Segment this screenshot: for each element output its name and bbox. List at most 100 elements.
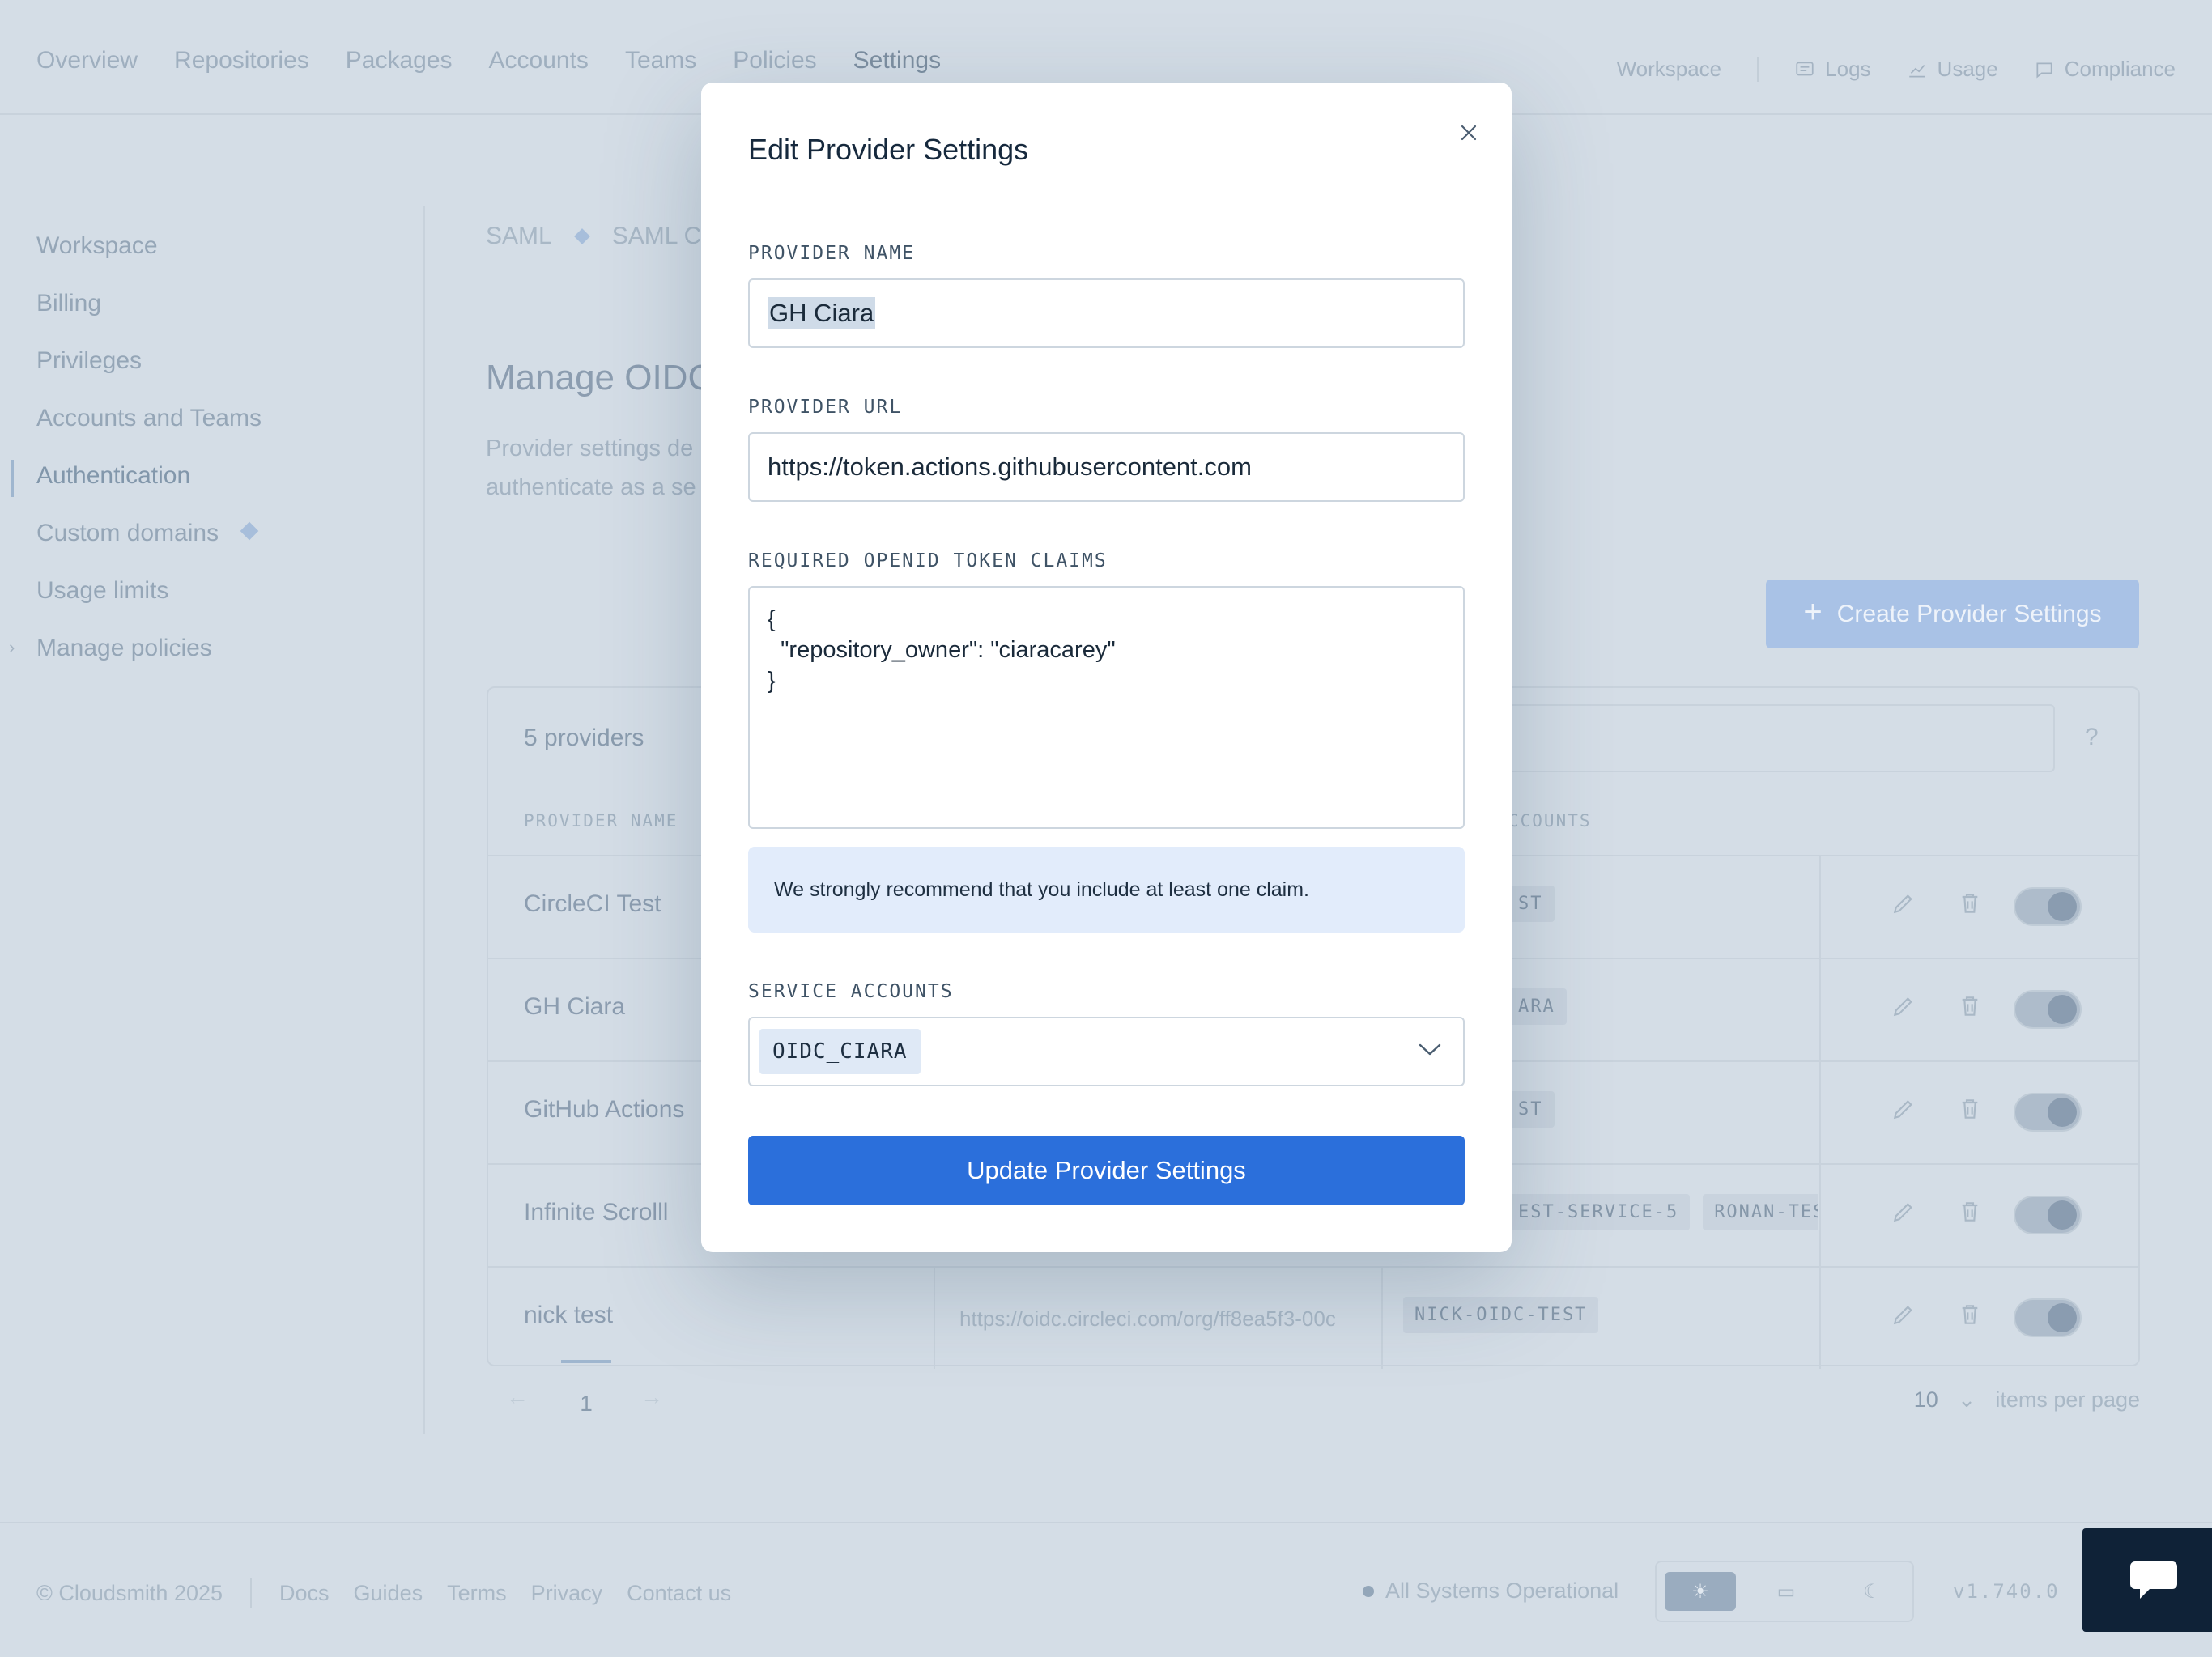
nav-logs[interactable]: Logs bbox=[1794, 57, 1871, 82]
items-per-page: 10 ⌄ items per page bbox=[1914, 1387, 2140, 1413]
footer-link-privacy[interactable]: Privacy bbox=[531, 1581, 603, 1606]
nav-repositories[interactable]: Repositories bbox=[174, 47, 309, 74]
sidebar-item-accounts-and-teams[interactable]: Accounts and Teams bbox=[36, 389, 385, 447]
edit-icon[interactable] bbox=[1891, 1199, 1916, 1225]
sidebar-item-label: Custom domains bbox=[36, 519, 219, 546]
sidebar-item-usage-limits[interactable]: Usage limits bbox=[36, 562, 385, 619]
service-account-chip-label: OIDC_CIARA bbox=[772, 1039, 908, 1064]
footer: © Cloudsmith 2025 Docs Guides Terms Priv… bbox=[0, 1522, 2212, 1657]
nav-overview[interactable]: Overview bbox=[36, 47, 138, 74]
claims-recommendation-notice: We strongly recommend that you include a… bbox=[748, 847, 1465, 933]
footer-link-docs[interactable]: Docs bbox=[279, 1581, 330, 1606]
notice-text: We strongly recommend that you include a… bbox=[774, 877, 1309, 901]
toggle-knob bbox=[2048, 1200, 2077, 1230]
table-row: nick test https://oidc.circleci.com/org/… bbox=[488, 1266, 2138, 1369]
arrow-right-icon[interactable]: → bbox=[640, 1384, 663, 1410]
column-divider bbox=[1819, 1165, 1821, 1266]
description-line: authenticate as a se bbox=[486, 474, 696, 500]
breadcrumb-saml[interactable]: SAML bbox=[486, 223, 552, 250]
sidebar-item-billing[interactable]: Billing bbox=[36, 274, 385, 332]
trash-icon[interactable] bbox=[1957, 1199, 1983, 1225]
sidebar-item-authentication[interactable]: Authentication bbox=[11, 447, 385, 504]
nav-usage[interactable]: Usage bbox=[1907, 57, 1998, 82]
service-account-tag: EST-SERVICE-5 bbox=[1507, 1194, 1691, 1230]
update-provider-settings-button[interactable]: Update Provider Settings bbox=[748, 1136, 1465, 1205]
status-dot-icon bbox=[1363, 1585, 1374, 1597]
pagination: ← 1 → 10 ⌄ items per page bbox=[487, 1360, 2140, 1425]
service-account-tag: RONAN-TEST bbox=[1703, 1194, 1818, 1230]
moon-icon[interactable]: ☾ bbox=[1836, 1572, 1908, 1611]
monitor-icon[interactable]: ▭ bbox=[1750, 1572, 1822, 1611]
service-account-tag: NICK-OIDC-TEST bbox=[1403, 1297, 1599, 1333]
sidebar-item-privileges[interactable]: Privileges bbox=[36, 332, 385, 389]
service-account-tags: EST-SERVICE-5 RONAN-TEST bbox=[1507, 1194, 1818, 1230]
sidebar-item-workspace[interactable]: Workspace bbox=[36, 217, 385, 274]
arrow-left-icon[interactable]: ← bbox=[506, 1384, 529, 1410]
service-accounts-label: SERVICE ACCOUNTS bbox=[748, 981, 954, 1002]
modal-title: Edit Provider Settings bbox=[748, 133, 1029, 166]
footer-link-guides[interactable]: Guides bbox=[354, 1581, 423, 1606]
edit-icon[interactable] bbox=[1891, 993, 1916, 1019]
create-provider-settings-button[interactable]: + Create Provider Settings bbox=[1766, 580, 2139, 648]
enabled-toggle[interactable] bbox=[2014, 1196, 2082, 1234]
primary-nav: Overview Repositories Packages Accounts … bbox=[36, 47, 941, 74]
column-divider bbox=[1381, 1268, 1383, 1369]
breadcrumb-saml-2[interactable]: SAML C bbox=[612, 223, 702, 250]
diamond-icon bbox=[240, 521, 259, 540]
nav-workspace[interactable]: Workspace bbox=[1617, 57, 1722, 82]
service-accounts-select[interactable]: OIDC_CIARA bbox=[748, 1017, 1465, 1086]
description-line: Provider settings de bbox=[486, 435, 694, 461]
claims-textarea[interactable]: { "repository_owner": "ciaracarey" } bbox=[748, 586, 1465, 829]
logs-icon bbox=[1796, 61, 1814, 75]
column-divider bbox=[1819, 856, 1821, 958]
footer-link-contact[interactable]: Contact us bbox=[627, 1581, 731, 1606]
sidebar-item-manage-policies[interactable]: › Manage policies bbox=[9, 619, 385, 677]
trash-icon[interactable] bbox=[1957, 1096, 1983, 1122]
edit-icon[interactable] bbox=[1891, 1096, 1916, 1122]
chat-icon bbox=[2130, 1561, 2177, 1599]
trash-icon[interactable] bbox=[1957, 890, 1983, 916]
help-icon[interactable]: ? bbox=[2085, 724, 2099, 751]
providers-count: 5 providers bbox=[524, 724, 644, 751]
edit-icon[interactable] bbox=[1891, 890, 1916, 916]
trash-icon[interactable] bbox=[1957, 1302, 1983, 1328]
nav-compliance[interactable]: Compliance bbox=[2034, 57, 2176, 82]
provider-name-input[interactable]: GH Ciara bbox=[748, 278, 1465, 348]
search-input[interactable] bbox=[1460, 704, 2055, 772]
enabled-toggle[interactable] bbox=[2014, 887, 2082, 926]
service-account-tag: ST bbox=[1507, 1091, 1555, 1128]
footer-link-terms[interactable]: Terms bbox=[447, 1581, 507, 1606]
chevron-down-icon[interactable]: ⌄ bbox=[1958, 1387, 1976, 1413]
provider-name: Infinite Scrolll bbox=[524, 1199, 669, 1226]
nav-teams[interactable]: Teams bbox=[625, 47, 696, 74]
trash-icon[interactable] bbox=[1957, 993, 1983, 1019]
toggle-knob bbox=[2048, 892, 2077, 921]
service-account-chip[interactable]: OIDC_CIARA bbox=[759, 1029, 921, 1074]
app-version: v1.740.0 bbox=[1953, 1580, 2060, 1603]
column-divider bbox=[1819, 959, 1821, 1060]
enabled-toggle[interactable] bbox=[2014, 1093, 2082, 1132]
settings-sidebar: Workspace Billing Privileges Accounts an… bbox=[9, 217, 385, 677]
nav-packages[interactable]: Packages bbox=[346, 47, 453, 74]
enabled-toggle[interactable] bbox=[2014, 990, 2082, 1029]
sidebar-item-label: Manage policies bbox=[36, 634, 212, 661]
nav-policies[interactable]: Policies bbox=[733, 47, 816, 74]
enabled-toggle[interactable] bbox=[2014, 1298, 2082, 1337]
nav-accounts[interactable]: Accounts bbox=[489, 47, 589, 74]
nav-settings[interactable]: Settings bbox=[853, 47, 941, 74]
page-number[interactable]: 1 bbox=[561, 1360, 611, 1416]
provider-url-input[interactable]: https://token.actions.githubusercontent.… bbox=[748, 432, 1465, 502]
sun-icon[interactable]: ☀ bbox=[1665, 1572, 1736, 1611]
provider-name-label: PROVIDER NAME bbox=[748, 243, 916, 264]
sidebar-item-custom-domains[interactable]: Custom domains bbox=[36, 504, 385, 562]
page-title: Manage OIDC bbox=[486, 358, 714, 397]
comment-icon bbox=[2036, 62, 2052, 78]
close-icon[interactable] bbox=[1453, 117, 1485, 149]
edit-icon[interactable] bbox=[1891, 1302, 1916, 1328]
chat-widget-button[interactable] bbox=[2082, 1528, 2212, 1632]
column-divider bbox=[1819, 1268, 1821, 1369]
claims-label: REQUIRED OPENID TOKEN CLAIMS bbox=[748, 550, 1108, 571]
system-status[interactable]: All Systems Operational bbox=[1363, 1578, 1619, 1604]
chevron-down-icon[interactable] bbox=[1418, 1041, 1442, 1057]
per-page-select[interactable]: 10 bbox=[1914, 1387, 1938, 1413]
